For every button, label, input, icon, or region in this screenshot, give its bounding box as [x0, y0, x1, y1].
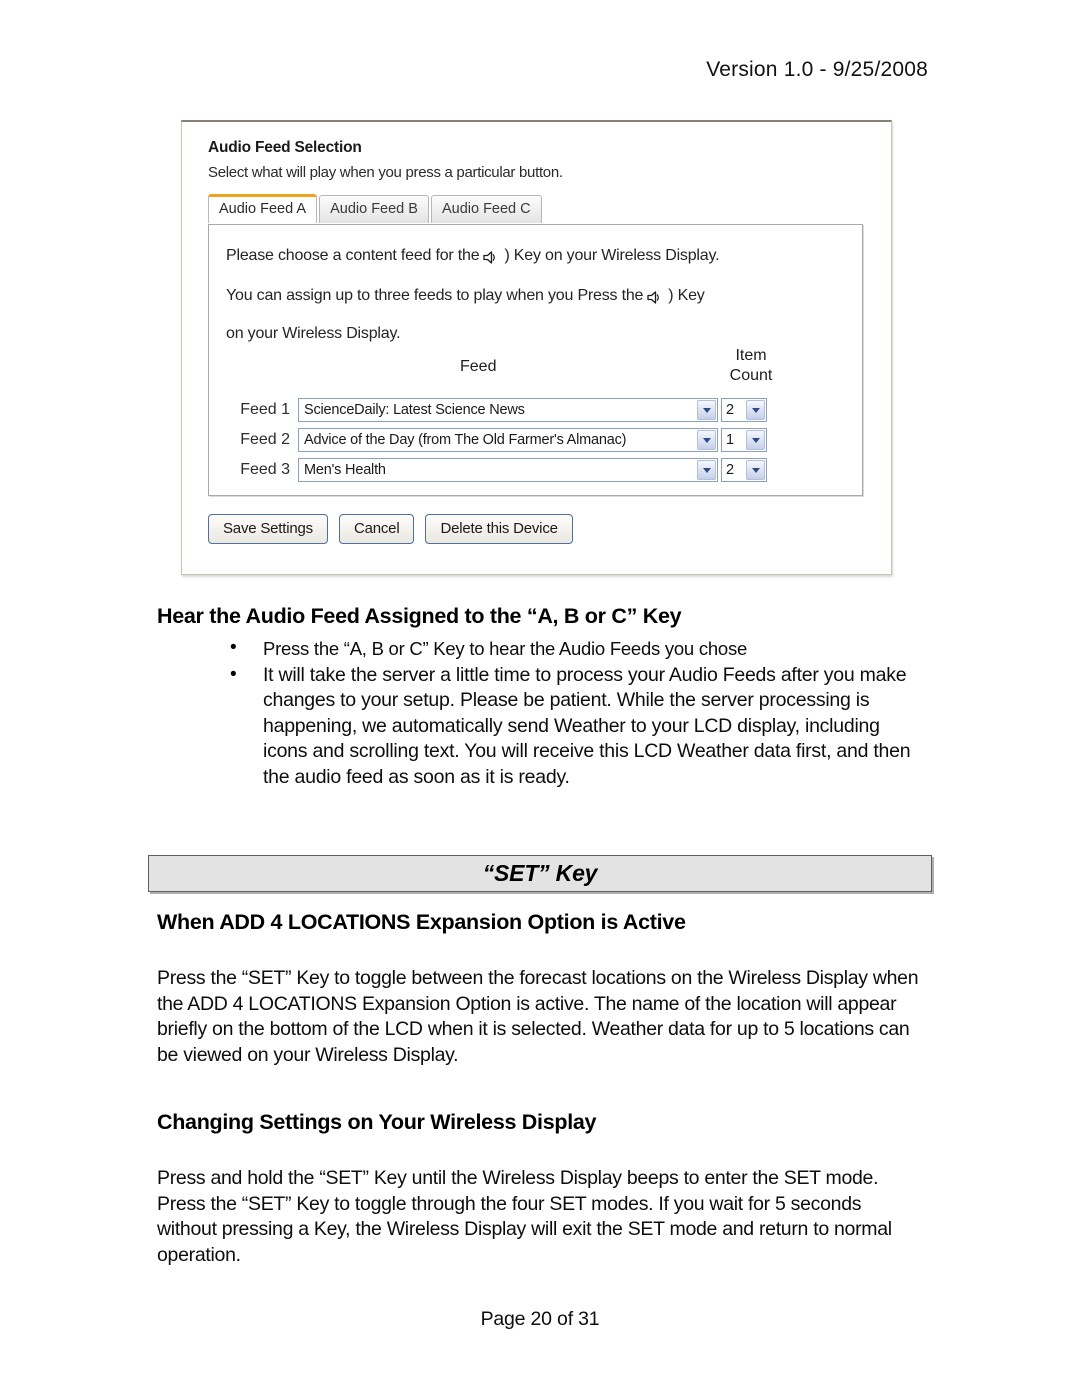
chevron-down-icon[interactable] — [746, 400, 765, 420]
page-footer: Page 20 of 31 — [480, 1308, 600, 1330]
column-header-item-count: Item Count — [729, 347, 773, 384]
paragraph-changing-settings: Press and hold the “SET” Key until the W… — [157, 1167, 892, 1266]
paragraph-set-key: Press the “SET” Key to toggle between th… — [157, 967, 919, 1066]
feed-select-3-value: Men's Health — [304, 462, 386, 478]
set-key-banner-text: “SET” Key — [482, 860, 598, 886]
list-item: It will take the server a little time to… — [222, 662, 922, 791]
intro-line-3: on your Wireless Display. — [226, 325, 401, 342]
feed-row-label: Feed 3 — [240, 461, 290, 478]
list-item: Press the “A, B or C” Key to hear the Au… — [222, 635, 922, 662]
column-header-feed: Feed — [460, 358, 497, 375]
speaker-icon — [482, 250, 501, 265]
chevron-down-icon[interactable] — [697, 400, 716, 420]
delete-this-device-button[interactable]: Delete this Device — [425, 514, 573, 544]
set-key-banner: “SET” Key — [148, 855, 932, 892]
panel-action-buttons: Save Settings Cancel Delete this Device — [208, 514, 584, 544]
table-row: Feed 2 Advice of the Day (from The Old F… — [226, 428, 767, 452]
item-count-select-3-value: 2 — [726, 462, 734, 478]
feed-select-2[interactable]: Advice of the Day (from The Old Farmer's… — [298, 428, 718, 452]
tab-audio-feed-b[interactable]: Audio Feed B — [319, 195, 429, 224]
save-settings-button[interactable]: Save Settings — [208, 514, 328, 544]
intro-line-2: You can assign up to three feeds to play… — [226, 287, 705, 305]
feed-row-label: Feed 1 — [240, 401, 290, 418]
cancel-button[interactable]: Cancel — [338, 514, 415, 544]
tab-audio-feed-c[interactable]: Audio Feed C — [430, 195, 542, 224]
heading-add-4-locations: When ADD 4 LOCATIONS Expansion Option is… — [157, 910, 686, 934]
item-count-select-1[interactable]: 2 — [721, 398, 767, 422]
feed-select-2-value: Advice of the Day (from The Old Farmer's… — [304, 432, 627, 448]
document-version-header: Version 1.0 - 9/25/2008 — [706, 58, 928, 81]
intro-line-1-text-before: Please choose a content feed for the — [226, 247, 480, 264]
table-row: Feed 1 ScienceDaily: Latest Science News… — [226, 398, 767, 422]
intro-line-2-text-after: ) Key — [668, 287, 705, 304]
tab-audio-feed-a[interactable]: Audio Feed A — [208, 194, 318, 224]
audio-feed-selection-panel: Audio Feed Selection Select what will pl… — [181, 120, 892, 575]
intro-line-1-text-after: ) Key on your Wireless Display. — [504, 247, 720, 264]
item-count-select-2[interactable]: 1 — [721, 428, 767, 452]
chevron-down-icon[interactable] — [746, 430, 765, 450]
item-count-select-3[interactable]: 2 — [721, 458, 767, 482]
feed-select-3[interactable]: Men's Health — [298, 458, 718, 482]
audio-feed-bullet-list: Press the “A, B or C” Key to hear the Au… — [222, 635, 922, 791]
table-row: Feed 3 Men's Health 2 — [226, 458, 767, 482]
item-count-select-2-value: 1 — [726, 432, 734, 448]
panel-title: Audio Feed Selection — [208, 139, 362, 156]
heading-changing-settings: Changing Settings on Your Wireless Displ… — [157, 1110, 597, 1134]
chevron-down-icon[interactable] — [746, 460, 765, 480]
chevron-down-icon[interactable] — [697, 460, 716, 480]
tab-panel-audio-feed-a: Please choose a content feed for the ) K… — [208, 224, 863, 496]
speaker-icon — [646, 290, 665, 305]
audio-feed-tabs: Audio Feed A Audio Feed B Audio Feed C — [208, 194, 544, 224]
intro-line-2-text-before: You can assign up to three feeds to play… — [226, 287, 644, 304]
panel-subtitle: Select what will play when you press a p… — [208, 164, 563, 181]
heading-hear-audio-feed: Hear the Audio Feed Assigned to the “A, … — [157, 604, 682, 628]
feed-row-label: Feed 2 — [240, 431, 290, 448]
item-count-select-1-value: 2 — [726, 402, 734, 418]
intro-line-1: Please choose a content feed for the ) K… — [226, 247, 720, 265]
chevron-down-icon[interactable] — [697, 430, 716, 450]
feed-select-1-value: ScienceDaily: Latest Science News — [304, 402, 525, 418]
feed-select-1[interactable]: ScienceDaily: Latest Science News — [298, 398, 718, 422]
